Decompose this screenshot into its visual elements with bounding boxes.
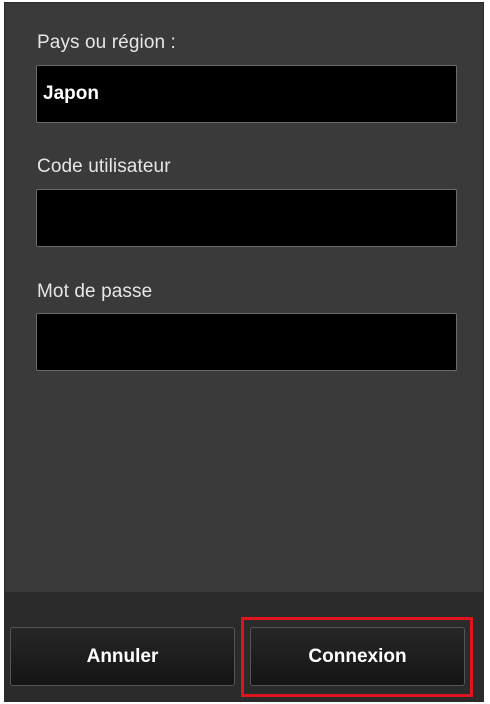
- login-screen: Pays ou région : Japon Code utilisateur …: [4, 2, 484, 702]
- password-label: Mot de passe: [37, 281, 153, 302]
- country-label: Pays ou région :: [37, 32, 176, 53]
- user-id-input[interactable]: [36, 189, 457, 247]
- login-button[interactable]: Connexion: [250, 627, 465, 686]
- button-bar: Annuler Connexion: [5, 592, 483, 701]
- user-id-label: Code utilisateur: [37, 156, 171, 177]
- password-input[interactable]: [36, 313, 457, 371]
- country-field[interactable]: Japon: [36, 65, 457, 123]
- cancel-button[interactable]: Annuler: [10, 627, 235, 686]
